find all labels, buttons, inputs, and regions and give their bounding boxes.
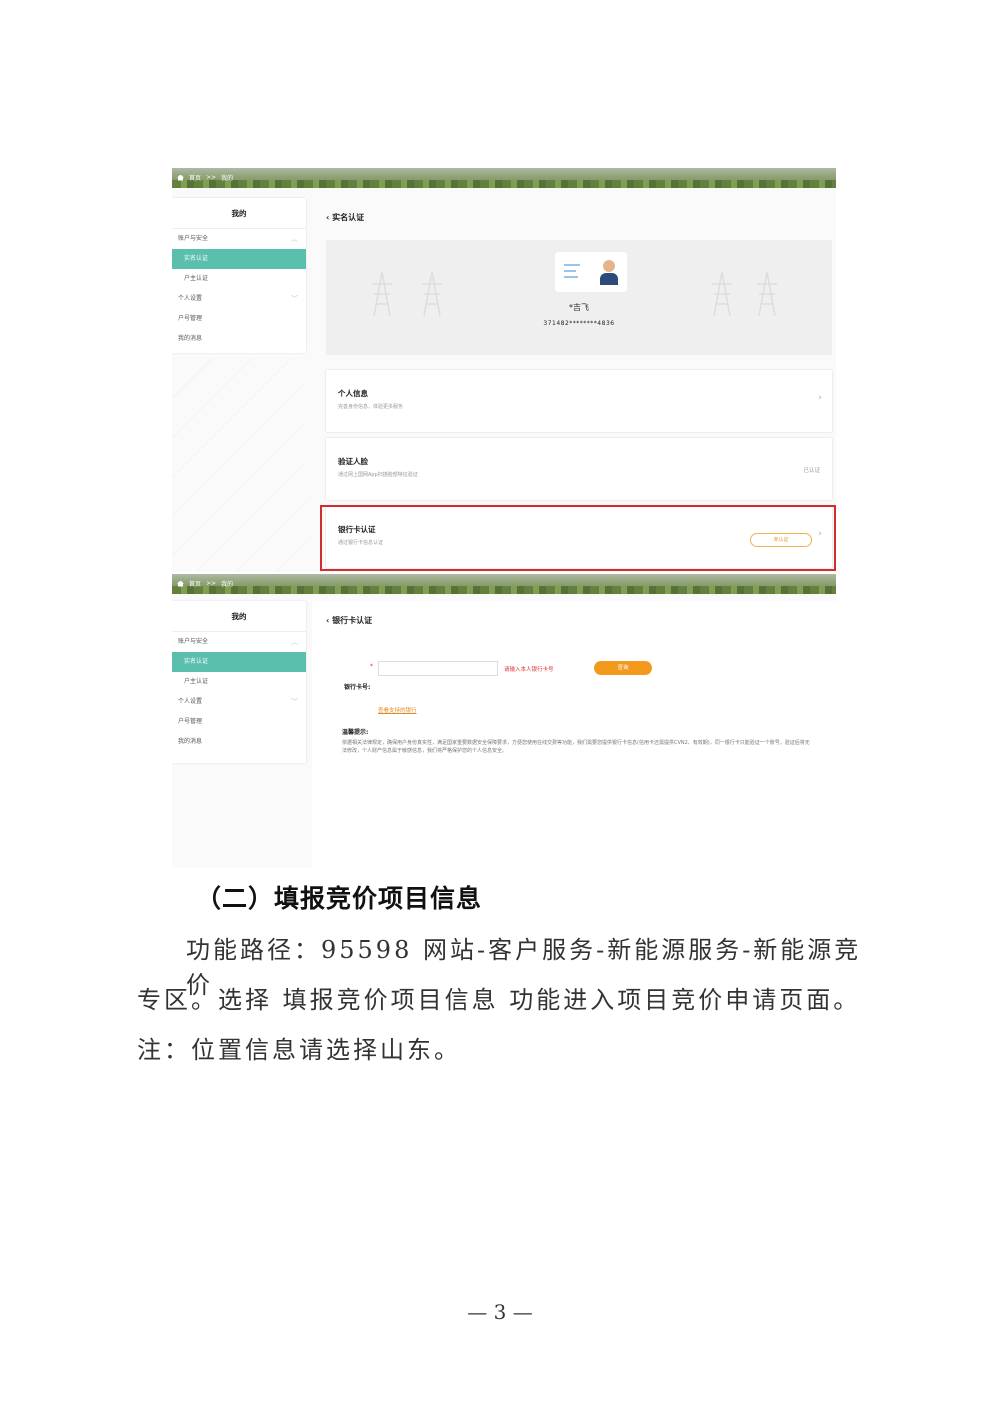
input-hint: 请输入本人银行卡号 bbox=[504, 667, 554, 673]
chevron-right-icon: › bbox=[818, 393, 822, 403]
home-icon[interactable] bbox=[177, 580, 184, 587]
required-mark: * bbox=[370, 663, 373, 670]
breadcrumb: 首页 >> 我的 bbox=[177, 579, 233, 588]
sidebar-item-personal-settings[interactable]: 个人设置 ﹀ bbox=[172, 289, 306, 309]
user-name: *吉飞 bbox=[569, 303, 589, 312]
highlight-box bbox=[320, 505, 836, 571]
chevron-down-icon: ﹀ bbox=[291, 698, 298, 706]
row-subtitle: 通过网上国网App扫描脸部特征验证 bbox=[338, 472, 418, 478]
sidebar-title: 我的 bbox=[172, 601, 306, 632]
sidebar-item-account-number[interactable]: 户号管理 bbox=[172, 309, 306, 329]
sidebar-item-account-number[interactable]: 户号管理 bbox=[172, 712, 306, 732]
sidebar-item-householder[interactable]: 户主认证 bbox=[172, 269, 306, 289]
sidebar-item-account-security[interactable]: 账户与安全 ︿ bbox=[172, 632, 306, 652]
paragraph-line-2: 专区。选择 填报竞价项目信息 功能进入项目竞价申请页面。 bbox=[137, 986, 861, 1014]
header-banner: 首页 >> 我的 bbox=[172, 168, 836, 188]
sidebar-title: 我的 bbox=[172, 198, 306, 229]
query-button[interactable]: 查询 bbox=[594, 661, 652, 675]
tips-text: 依据相关法律规定，确保用户身份真实性，满足国家重要数据安全保障要求，方便您使用在… bbox=[342, 740, 810, 754]
sidebar-item-messages[interactable]: 我的消息 bbox=[172, 732, 306, 752]
breadcrumb-home[interactable]: 首页 bbox=[189, 173, 201, 182]
sidebar-item-householder[interactable]: 户主认证 bbox=[172, 672, 306, 692]
chevron-up-icon: ︿ bbox=[291, 638, 298, 646]
sidebar-item-real-name[interactable]: 实名认证 bbox=[172, 652, 306, 672]
sidebar: 我的 账户与安全 ︿ 实名认证 户主认证 个人设置 ﹀ 户号管理 我的消息 bbox=[172, 198, 306, 353]
main-panel: ‹ 银行卡认证 * 请输入本人银行卡号 查询 银行卡号: 查看支持的银行 温馨提… bbox=[312, 601, 836, 868]
background-pattern bbox=[172, 358, 306, 572]
chevron-down-icon: ﹀ bbox=[291, 295, 298, 303]
section-heading: （二）填报竞价项目信息 bbox=[196, 884, 483, 913]
sidebar-item-messages[interactable]: 我的消息 bbox=[172, 329, 306, 349]
row-face-verify[interactable]: 验证人脸 通过网上国网App扫描脸部特征验证 已认证 bbox=[326, 438, 832, 500]
bank-card-input[interactable] bbox=[378, 661, 498, 676]
header-banner: 首页 >> 我的 bbox=[172, 574, 836, 594]
paragraph-note: 注：位置信息请选择山东。 bbox=[137, 1036, 461, 1064]
breadcrumb-separator: >> bbox=[206, 580, 217, 587]
breadcrumb-separator: >> bbox=[206, 174, 217, 181]
row-title: 个人信息 bbox=[338, 389, 368, 398]
page-title[interactable]: ‹ 实名认证 bbox=[326, 212, 364, 223]
row-title: 验证人脸 bbox=[338, 457, 368, 466]
avatar bbox=[603, 260, 615, 272]
tips-title: 温馨提示: bbox=[342, 729, 369, 736]
screenshot-bank-card: 首页 >> 我的 我的 账户与安全 ︿ 实名认证 户主认证 个人设置 ﹀ 户号管理 … bbox=[172, 574, 836, 868]
page-title[interactable]: ‹ 银行卡认证 bbox=[326, 615, 372, 626]
sidebar: 我的 账户与安全 ︿ 实名认证 户主认证 个人设置 ﹀ 户号管理 我的消息 bbox=[172, 601, 306, 763]
breadcrumb-current: 我的 bbox=[221, 175, 234, 182]
row-subtitle: 完善身份信息，体验更多服务 bbox=[338, 404, 404, 410]
sidebar-item-real-name[interactable]: 实名认证 bbox=[172, 249, 306, 269]
sidebar-item-account-security[interactable]: 账户与安全 ︿ bbox=[172, 229, 306, 249]
id-card-icon bbox=[555, 252, 627, 292]
supported-banks-link[interactable]: 查看支持的银行 bbox=[378, 706, 417, 714]
home-icon[interactable] bbox=[177, 174, 184, 181]
screenshot-real-name: 首页 >> 我的 我的 账户与安全 ︿ 实名认证 户主认证 个人设置 ﹀ 户号管理 … bbox=[172, 168, 836, 572]
row-personal-info[interactable]: 个人信息 完善身份信息，体验更多服务 › bbox=[326, 370, 832, 432]
page-number: — 3 — bbox=[467, 1300, 533, 1324]
status-badge: 已认证 bbox=[803, 468, 820, 474]
breadcrumb: 首页 >> 我的 bbox=[177, 173, 233, 182]
identity-card: *吉飞 371482********4836 bbox=[326, 240, 832, 355]
breadcrumb-current: 我的 bbox=[221, 581, 234, 588]
sidebar-item-personal-settings[interactable]: 个人设置 ﹀ bbox=[172, 692, 306, 712]
breadcrumb-home[interactable]: 首页 bbox=[189, 579, 201, 588]
bank-card-label: 银行卡号: bbox=[344, 684, 371, 691]
id-number: 371482********4836 bbox=[543, 320, 615, 327]
chevron-up-icon: ︿ bbox=[291, 235, 298, 243]
